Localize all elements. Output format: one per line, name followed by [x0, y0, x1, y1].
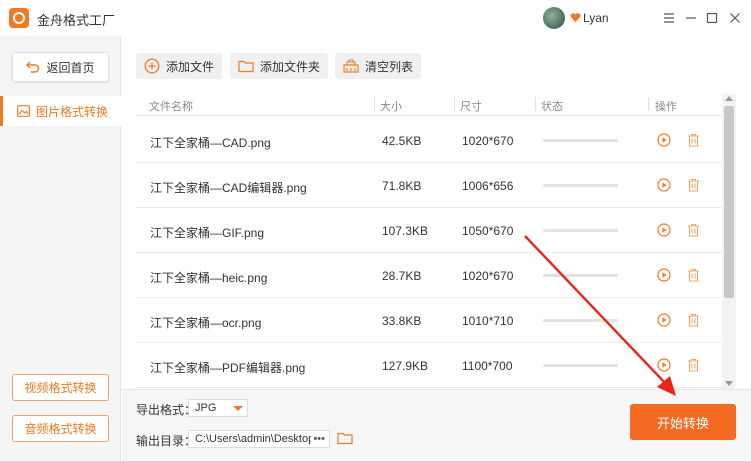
video-convert-button[interactable]: 视频格式转换: [12, 374, 109, 401]
file-name: 江下全家桶—CAD.png: [150, 136, 271, 150]
format-value: JPG: [195, 402, 217, 414]
table-row[interactable]: 江下全家桶—heic.png 28.7KB 1020*670: [136, 253, 722, 298]
scrollbar[interactable]: [722, 94, 736, 389]
add-folder-label: 添加文件夹: [260, 59, 321, 74]
progress-bar: [543, 229, 618, 232]
progress-bar: [543, 364, 618, 367]
table-row[interactable]: 江下全家桶—ocr.png 33.8KB 1010*710: [136, 298, 722, 343]
file-name: 江下全家桶—GIF.png: [150, 226, 265, 240]
play-icon[interactable]: [656, 312, 672, 328]
open-folder-icon[interactable]: [337, 431, 353, 445]
progress-bar: [543, 319, 618, 322]
sidebar-item-image-convert[interactable]: 图片格式转换: [0, 96, 121, 126]
header-status: 状态: [541, 101, 563, 113]
file-dimensions: 1100*700: [462, 359, 513, 373]
close-icon[interactable]: [725, 8, 745, 28]
play-icon[interactable]: [656, 177, 672, 193]
audio-convert-button[interactable]: 音频格式转换: [12, 415, 109, 442]
minimize-icon[interactable]: [681, 8, 701, 28]
trash-icon[interactable]: [685, 312, 701, 328]
header-divider: [648, 97, 649, 111]
add-file-label: 添加文件: [166, 59, 215, 74]
file-size: 42.5KB: [382, 134, 422, 148]
home-button-label: 返回首页: [46, 60, 95, 75]
file-dimensions: 1006*656: [462, 179, 514, 193]
app-logo-icon: [9, 8, 29, 28]
app-title: 金舟格式工厂: [37, 13, 116, 28]
avatar[interactable]: [543, 7, 565, 29]
clear-list-label: 清空列表: [365, 59, 414, 74]
audio-convert-label: 音频格式转换: [24, 422, 97, 436]
format-select[interactable]: JPG: [188, 399, 248, 417]
start-convert-button[interactable]: 开始转换: [630, 404, 736, 440]
file-size: 71.8KB: [382, 179, 422, 193]
file-name: 江下全家桶—ocr.png: [150, 316, 262, 330]
start-convert-label: 开始转换: [656, 415, 709, 431]
username[interactable]: Lyan: [583, 11, 609, 25]
progress-bar: [543, 184, 618, 187]
menu-icon[interactable]: [659, 8, 679, 28]
scroll-up-arrow-icon[interactable]: [725, 96, 733, 101]
maximize-icon[interactable]: [702, 8, 722, 28]
home-button[interactable]: 返回首页: [12, 52, 109, 82]
file-name: 江下全家桶—PDF编辑器.png: [150, 361, 306, 375]
table-header: 文件名称 大小 尺寸 状态 操作: [136, 94, 722, 116]
plus-circle-icon: [144, 58, 160, 74]
play-icon[interactable]: [656, 357, 672, 373]
header-divider: [535, 97, 536, 111]
chevron-down-icon: [233, 406, 243, 411]
play-icon[interactable]: [656, 132, 672, 148]
video-convert-label: 视频格式转换: [24, 381, 97, 395]
file-dimensions: 1010*710: [462, 314, 514, 328]
header-divider: [454, 97, 455, 111]
header-size: 大小: [380, 101, 402, 113]
folder-icon: [238, 60, 254, 73]
format-label: 导出格式：: [136, 403, 197, 417]
more-icon[interactable]: •••: [311, 431, 325, 447]
vip-heart-icon: [570, 13, 581, 23]
title-bar: 金舟格式工厂 Lyan: [0, 0, 751, 36]
trash-icon[interactable]: [685, 267, 701, 283]
play-icon[interactable]: [656, 267, 672, 283]
scroll-down-arrow-icon[interactable]: [725, 381, 733, 386]
trash-icon[interactable]: [685, 177, 701, 193]
progress-bar: [543, 139, 618, 142]
add-file-button[interactable]: 添加文件: [136, 53, 223, 79]
output-path-field[interactable]: C:\Users\admin\Desktop\ •••: [188, 430, 330, 448]
file-dimensions: 1050*670: [462, 224, 514, 238]
table-row[interactable]: 江下全家桶—CAD.png 42.5KB 1020*670: [136, 118, 722, 163]
file-size: 127.9KB: [382, 359, 429, 373]
file-name: 江下全家桶—CAD编辑器.png: [150, 181, 307, 195]
output-label: 输出目录：: [136, 434, 197, 448]
progress-bar: [543, 274, 618, 277]
header-dimensions: 尺寸: [460, 101, 482, 113]
file-dimensions: 1020*670: [462, 134, 514, 148]
trash-icon[interactable]: [685, 357, 701, 373]
sidebar: 返回首页 图片格式转换 视频格式转换 音频格式转换: [0, 36, 121, 461]
file-size: 28.7KB: [382, 269, 422, 283]
clear-list-button[interactable]: 清空列表: [335, 53, 422, 79]
header-name: 文件名称: [149, 101, 193, 113]
broom-icon: [343, 59, 359, 73]
trash-icon[interactable]: [685, 222, 701, 238]
file-name: 江下全家桶—heic.png: [150, 271, 268, 285]
sidebar-item-label: 图片格式转换: [36, 104, 109, 119]
file-dimensions: 1020*670: [462, 269, 514, 283]
image-icon: [17, 105, 30, 117]
add-folder-button[interactable]: 添加文件夹: [230, 53, 329, 79]
header-actions: 操作: [655, 101, 677, 113]
output-path-value: C:\Users\admin\Desktop\: [195, 433, 318, 445]
file-size: 33.8KB: [382, 314, 422, 328]
table-row[interactable]: 江下全家桶—GIF.png 107.3KB 1050*670: [136, 208, 722, 253]
play-icon[interactable]: [656, 222, 672, 238]
header-divider: [374, 97, 375, 111]
trash-icon[interactable]: [685, 132, 701, 148]
back-arrow-icon: [26, 61, 40, 73]
file-size: 107.3KB: [382, 224, 429, 238]
table-row[interactable]: 江下全家桶—PDF编辑器.png 127.9KB 1100*700: [136, 343, 722, 388]
scroll-thumb[interactable]: [724, 106, 734, 298]
table-row[interactable]: 江下全家桶—CAD编辑器.png 71.8KB 1006*656: [136, 163, 722, 208]
bottom-panel: 导出格式： JPG 输出目录： C:\Users\admin\Desktop\ …: [122, 389, 751, 461]
